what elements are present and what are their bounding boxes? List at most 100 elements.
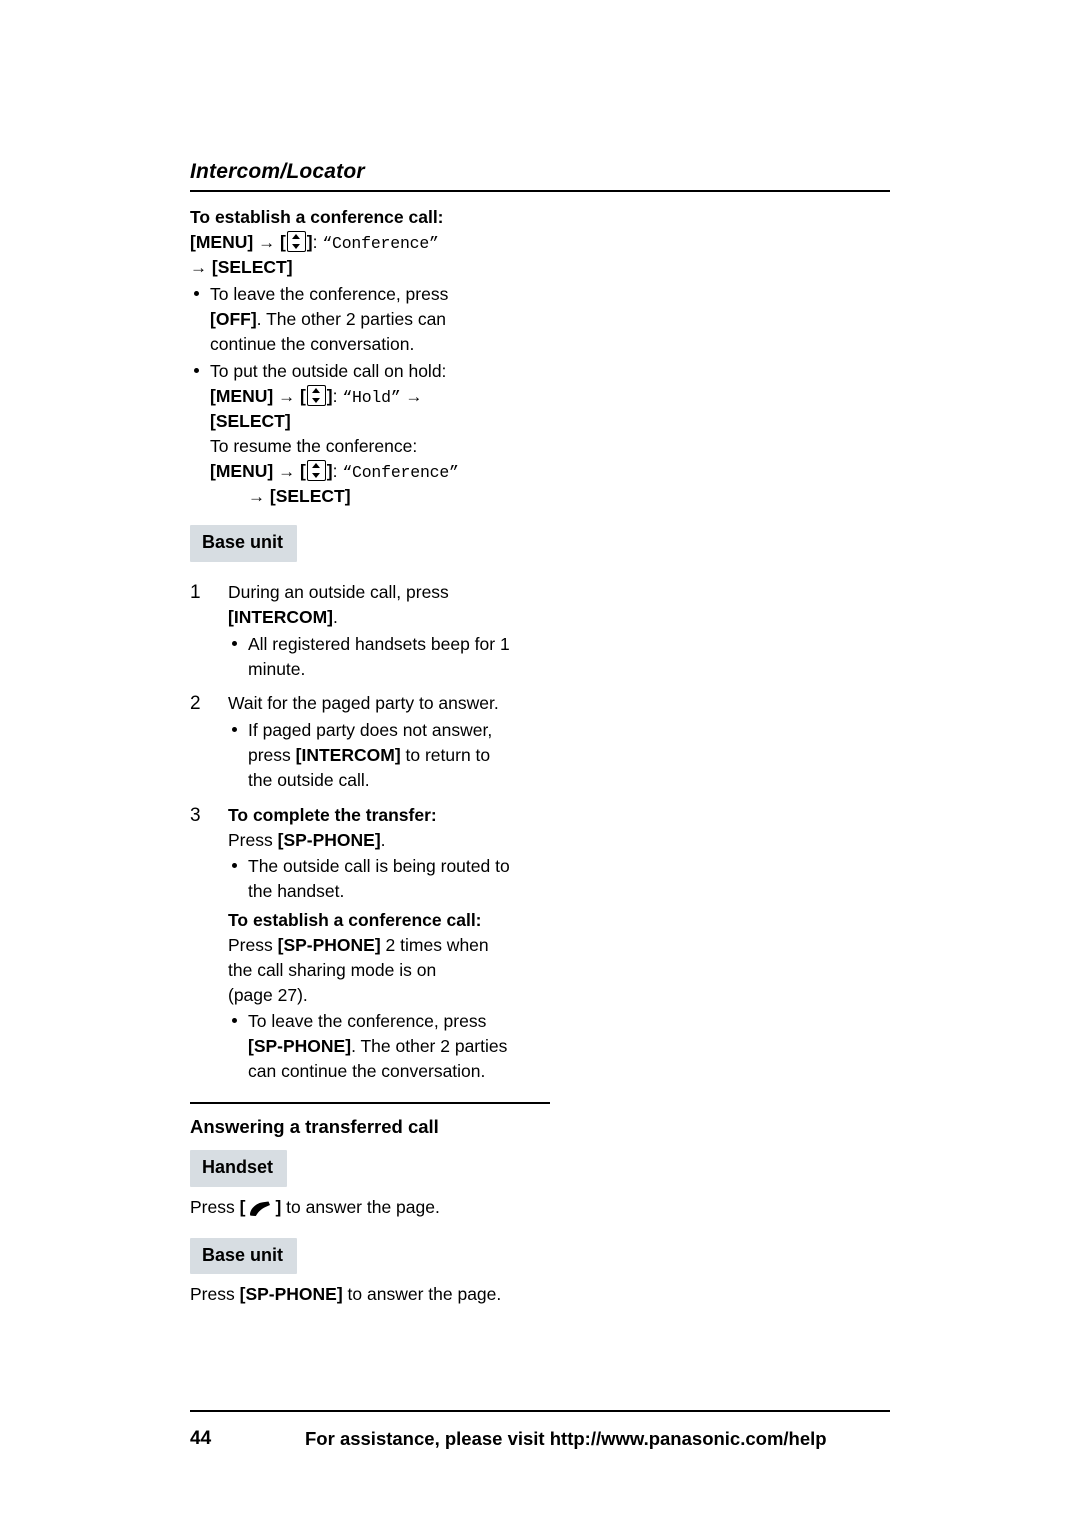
list-item: To leave the conference, press [OFF]. Th…: [190, 282, 550, 357]
step2-bullet-line2: to return to: [400, 745, 491, 766]
step3-press: Press: [228, 829, 278, 850]
bracket-close: ]: [326, 385, 333, 406]
main-content-column: To establish a conference call: [ MENU] →…: [190, 205, 550, 1307]
arrow-glyph: →: [278, 461, 296, 481]
step3-heading: To complete the transfer:: [228, 804, 437, 825]
bracket-close: ]: [286, 257, 293, 278]
list-item: The outside call is being routed to the …: [228, 854, 550, 904]
spphone-key: SP-PHONE: [283, 934, 375, 955]
step3-conf-times: 2 times when: [380, 934, 489, 955]
handset-press-text: Press: [190, 1196, 240, 1217]
base-unit-label-box-2: Base unit: [190, 1237, 298, 1275]
step1-bullet-line1: All registered handsets beep for 1: [248, 633, 510, 654]
page-number: 44: [190, 1428, 212, 1449]
handset-press-text-2: to answer the page.: [281, 1196, 440, 1217]
step3-bullet-line2: the handset.: [248, 881, 345, 902]
hold-label: “Hold”: [342, 387, 401, 407]
step3-conf-bullet-line3: can continue the conversation.: [248, 1061, 486, 1082]
bracket-open: [: [279, 231, 286, 252]
step-number: 2: [190, 693, 201, 715]
section-divider: [190, 1102, 550, 1104]
base-press-text-2: to answer the page.: [342, 1284, 502, 1305]
step1-text: During an outside call, press: [228, 581, 449, 602]
bracket-close: ]: [344, 486, 351, 507]
step2-bullet-press: press: [248, 745, 296, 766]
bullet-hold-text: To put the outside call on hold:: [210, 360, 447, 381]
step-2: 2 Wait for the paged party to answer. If…: [190, 691, 550, 792]
arrow-glyph: →: [248, 487, 265, 507]
step2-bullet-line1: If paged party does not answer,: [248, 720, 493, 741]
step3-bullet-line1: The outside call is being routed to: [248, 856, 510, 877]
header-divider: [190, 190, 890, 192]
conference-keystroke-line: [MENU] → []: “Conference”: [190, 230, 439, 253]
list-item: If paged party does not answer, press [I…: [228, 718, 550, 793]
spphone-key: SP-PHONE: [283, 829, 375, 850]
list-item: All registered handsets beep for 1 minut…: [228, 632, 550, 682]
step3-conference-bullets: To leave the conference, press [SP-PHONE…: [228, 1009, 550, 1084]
step3-bullets: The outside call is being routed to the …: [228, 854, 550, 904]
intercom-key: INTERCOM: [233, 606, 328, 627]
up-down-nav-key-icon: [306, 459, 326, 481]
bracket-open: [: [239, 1196, 246, 1217]
step3-conference-line2: the call sharing mode is on: [228, 959, 437, 980]
resume-conference-text: To resume the conference:: [210, 436, 418, 457]
handset-label-box: Handset: [190, 1150, 288, 1187]
step3-conf-bullet-line1: To leave the conference, press: [248, 1011, 487, 1032]
step-number: 1: [190, 581, 201, 603]
step3-conf-press: Press: [228, 934, 278, 955]
step3-conference-line3: (page 27).: [228, 984, 308, 1005]
base-press-text: Press: [190, 1284, 240, 1305]
off-key: OFF: [215, 309, 251, 330]
step2-bullets: If paged party does not answer, press [I…: [228, 718, 550, 793]
step3-conference-line1: Press [SP-PHONE] 2 times when: [228, 933, 550, 958]
bracket-close: ]: [247, 231, 254, 252]
page-footer: 44 For assistance, please visit http://w…: [190, 1425, 890, 1455]
step-number: 3: [190, 804, 201, 826]
page-title: Intercom/Locator: [190, 160, 365, 183]
bullet-leave-text-2: . The other 2 parties can: [256, 309, 447, 330]
step2-text: Wait for the paged party to answer.: [228, 693, 499, 714]
handset-instruction: Press [] to answer the page.: [190, 1195, 550, 1224]
bracket-close: ]: [267, 460, 274, 481]
step-1: 1 During an outside call, press [INTERCO…: [190, 580, 550, 681]
bracket-close: ]: [267, 385, 274, 406]
step3-conf-bullet-line2: . The other 2 parties: [351, 1036, 508, 1057]
select-key: SELECT: [275, 486, 345, 507]
spphone-key: SP-PHONE: [253, 1036, 346, 1057]
conference-bullet-list: To leave the conference, press [OFF] . Th…: [190, 282, 550, 509]
select-key: SELECT: [217, 257, 287, 278]
step1-period: .: [332, 606, 338, 627]
handset-talk-icon: [247, 1199, 273, 1224]
intercom-key: INTERCOM: [301, 745, 395, 766]
step1-bullet-line2: minute.: [248, 658, 306, 679]
document-page: Intercom/Locator To establish a conferen…: [0, 0, 1080, 1538]
base-unit-instruction: Press [SP-PHONE] to answer the page.: [190, 1282, 550, 1307]
arrow-glyph: →: [190, 258, 207, 278]
conference-select-line: → [SELECT]: [190, 255, 550, 280]
bracket-open: [: [299, 385, 306, 406]
bracket-open: [: [299, 460, 306, 481]
arrow-glyph: →: [405, 386, 423, 406]
select-key: SELECT: [215, 411, 285, 432]
footer-divider: [190, 1410, 890, 1412]
step2-bullet-line3: the outside call.: [248, 769, 370, 790]
arrow-glyph: →: [278, 386, 296, 406]
answering-section-heading: Answering a transferred call: [190, 1116, 439, 1137]
step1-bullets: All registered handsets beep for 1 minut…: [228, 632, 550, 682]
bracket-close: ]: [306, 231, 313, 252]
arrow-glyph: →: [258, 232, 276, 252]
up-down-nav-key-icon: [286, 230, 306, 252]
menu-key: MENU: [195, 231, 248, 252]
conference-label: “Conference”: [322, 233, 439, 253]
step3-conference-heading: To establish a conference call:: [228, 910, 482, 931]
step3-period: .: [380, 829, 386, 850]
list-item: To put the outside call on hold: [MENU] …: [190, 359, 550, 510]
menu-key: MENU: [215, 385, 268, 406]
step-3: 3 To complete the transfer: Press [SP-PH…: [190, 803, 550, 1084]
conference-heading: To establish a conference call:: [190, 207, 444, 227]
bracket-close: ]: [326, 460, 333, 481]
menu-key: MENU: [215, 460, 268, 481]
spphone-key: SP-PHONE: [245, 1284, 337, 1305]
bullet-leave-text-3: continue the conversation.: [210, 334, 415, 355]
footer-assistance-text: For assistance, please visit http://www.…: [305, 1428, 827, 1449]
